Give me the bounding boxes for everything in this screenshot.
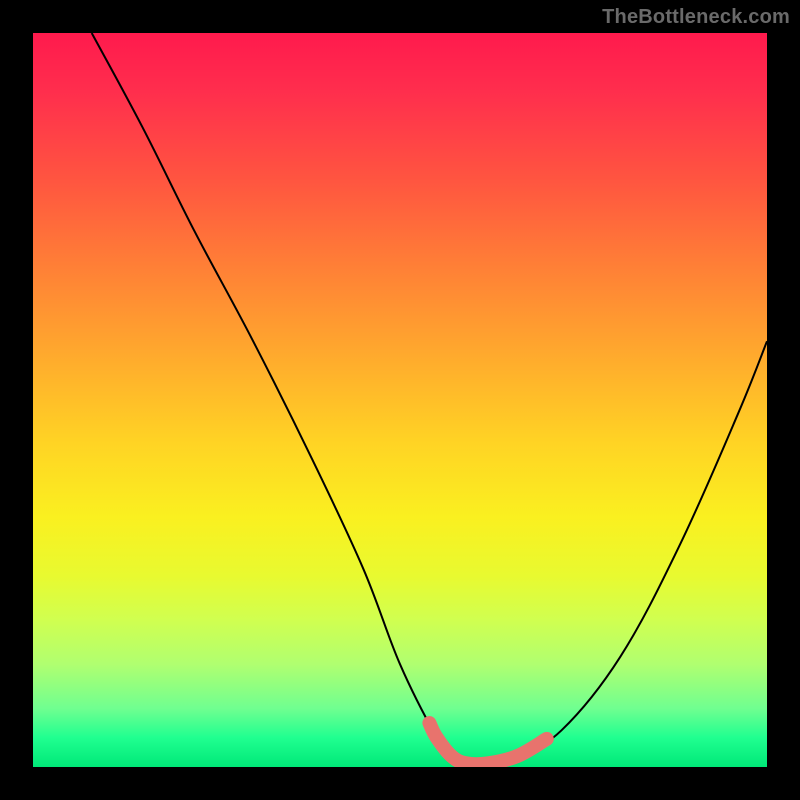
bottleneck-curve xyxy=(92,33,767,764)
watermark: TheBottleneck.com xyxy=(602,6,790,29)
highlight-marker xyxy=(429,723,546,764)
plot-area xyxy=(33,33,767,767)
chart-container: TheBottleneck.com xyxy=(0,0,800,800)
curve-svg xyxy=(33,33,767,767)
